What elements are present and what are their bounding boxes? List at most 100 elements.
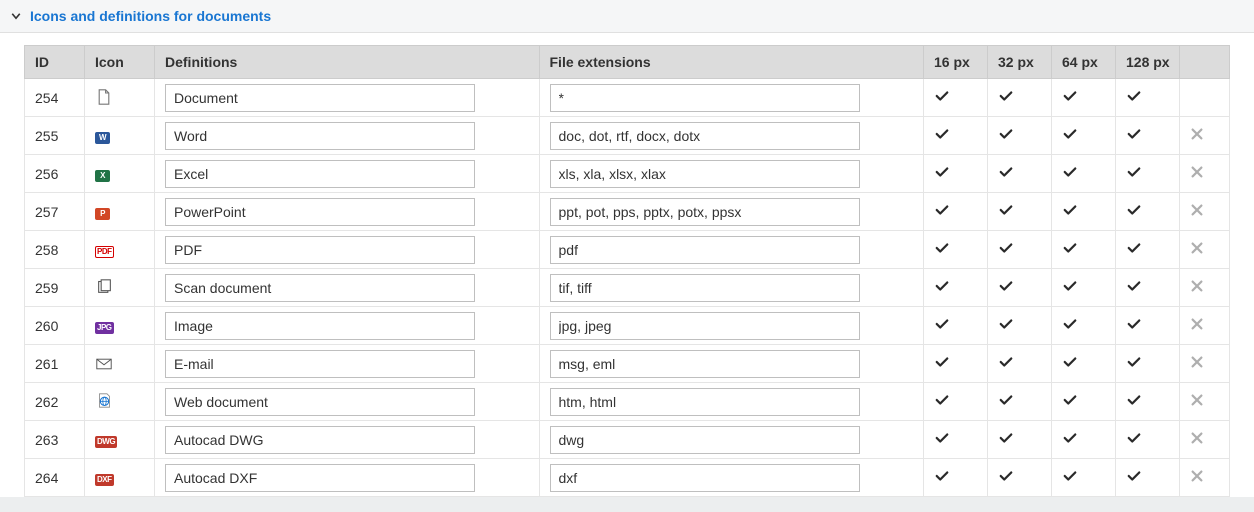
check-icon[interactable] <box>998 90 1014 106</box>
definition-input[interactable] <box>165 198 475 226</box>
delete-button[interactable] <box>1190 165 1204 179</box>
check-icon[interactable] <box>1126 204 1142 220</box>
word-icon[interactable]: W <box>95 127 110 143</box>
col-128px: 128 px <box>1116 46 1180 79</box>
extensions-input[interactable] <box>550 426 860 454</box>
definition-input[interactable] <box>165 350 475 378</box>
check-icon[interactable] <box>1126 128 1142 144</box>
check-icon[interactable] <box>1062 394 1078 410</box>
document-icon[interactable] <box>95 92 113 108</box>
check-icon[interactable] <box>1126 432 1142 448</box>
definition-input[interactable] <box>165 274 475 302</box>
check-icon[interactable] <box>1126 394 1142 410</box>
extensions-input[interactable] <box>550 312 860 340</box>
delete-cell <box>1180 345 1230 383</box>
check-icon[interactable] <box>998 280 1014 296</box>
check-icon[interactable] <box>998 318 1014 334</box>
extensions-input[interactable] <box>550 350 860 378</box>
extensions-input[interactable] <box>550 198 860 226</box>
email-icon[interactable] <box>95 357 113 373</box>
delete-button[interactable] <box>1190 469 1204 483</box>
check-icon[interactable] <box>1062 432 1078 448</box>
extensions-input[interactable] <box>550 160 860 188</box>
check-icon[interactable] <box>1126 90 1142 106</box>
check-icon[interactable] <box>1126 242 1142 258</box>
delete-button[interactable] <box>1190 431 1204 445</box>
panel-header[interactable]: Icons and definitions for documents <box>0 0 1254 32</box>
px16-cell <box>924 459 988 497</box>
check-icon[interactable] <box>1126 470 1142 486</box>
extensions-input[interactable] <box>550 388 860 416</box>
definition-input[interactable] <box>165 426 475 454</box>
check-icon[interactable] <box>998 432 1014 448</box>
definition-input[interactable] <box>165 464 475 492</box>
check-icon[interactable] <box>934 432 950 448</box>
col-32px: 32 px <box>988 46 1052 79</box>
check-icon[interactable] <box>1126 280 1142 296</box>
check-icon[interactable] <box>998 356 1014 372</box>
definition-input[interactable] <box>165 312 475 340</box>
check-icon[interactable] <box>934 356 950 372</box>
check-icon[interactable] <box>998 242 1014 258</box>
check-icon[interactable] <box>1062 204 1078 220</box>
delete-cell <box>1180 307 1230 345</box>
check-icon[interactable] <box>934 280 950 296</box>
delete-button[interactable] <box>1190 241 1204 255</box>
dwg-icon[interactable]: DWG <box>95 431 117 447</box>
table-row: 263DWG <box>25 421 1230 459</box>
check-icon[interactable] <box>1126 166 1142 182</box>
check-icon[interactable] <box>998 394 1014 410</box>
px16-cell <box>924 117 988 155</box>
definition-input[interactable] <box>165 236 475 264</box>
check-icon[interactable] <box>1062 280 1078 296</box>
check-icon[interactable] <box>1062 166 1078 182</box>
check-icon[interactable] <box>1062 128 1078 144</box>
table-row: 261 <box>25 345 1230 383</box>
image-icon[interactable]: JPG <box>95 317 114 333</box>
pdf-icon[interactable]: PDF <box>95 241 114 257</box>
check-icon[interactable] <box>934 90 950 106</box>
check-icon[interactable] <box>934 470 950 486</box>
delete-button[interactable] <box>1190 203 1204 217</box>
table-row: 255W <box>25 117 1230 155</box>
definition-input[interactable] <box>165 160 475 188</box>
check-icon[interactable] <box>934 318 950 334</box>
delete-button[interactable] <box>1190 317 1204 331</box>
check-icon[interactable] <box>1062 90 1078 106</box>
check-icon[interactable] <box>934 166 950 182</box>
delete-button[interactable] <box>1190 127 1204 141</box>
check-icon[interactable] <box>1062 318 1078 334</box>
check-icon[interactable] <box>1126 356 1142 372</box>
check-icon[interactable] <box>998 204 1014 220</box>
web-icon[interactable] <box>95 395 113 411</box>
check-icon[interactable] <box>934 204 950 220</box>
definition-input[interactable] <box>165 388 475 416</box>
check-icon[interactable] <box>934 394 950 410</box>
extensions-input[interactable] <box>550 84 860 112</box>
check-icon[interactable] <box>998 166 1014 182</box>
definition-input[interactable] <box>165 84 475 112</box>
excel-icon[interactable]: X <box>95 165 110 181</box>
check-icon[interactable] <box>934 242 950 258</box>
extensions-input[interactable] <box>550 464 860 492</box>
check-icon[interactable] <box>1062 242 1078 258</box>
extensions-input[interactable] <box>550 122 860 150</box>
check-icon[interactable] <box>1062 356 1078 372</box>
extensions-cell <box>539 459 924 497</box>
check-icon[interactable] <box>998 470 1014 486</box>
check-icon[interactable] <box>934 128 950 144</box>
check-icon[interactable] <box>1126 318 1142 334</box>
delete-button[interactable] <box>1190 355 1204 369</box>
dxf-icon[interactable]: DXF <box>95 469 114 485</box>
delete-button[interactable] <box>1190 279 1204 293</box>
check-icon[interactable] <box>1062 470 1078 486</box>
powerpoint-icon[interactable]: P <box>95 203 110 219</box>
extensions-input[interactable] <box>550 236 860 264</box>
scan-icon[interactable] <box>95 281 113 297</box>
check-icon[interactable] <box>998 128 1014 144</box>
extensions-input[interactable] <box>550 274 860 302</box>
delete-cell <box>1180 155 1230 193</box>
delete-button[interactable] <box>1190 393 1204 407</box>
definition-input[interactable] <box>165 122 475 150</box>
definition-cell <box>155 117 540 155</box>
